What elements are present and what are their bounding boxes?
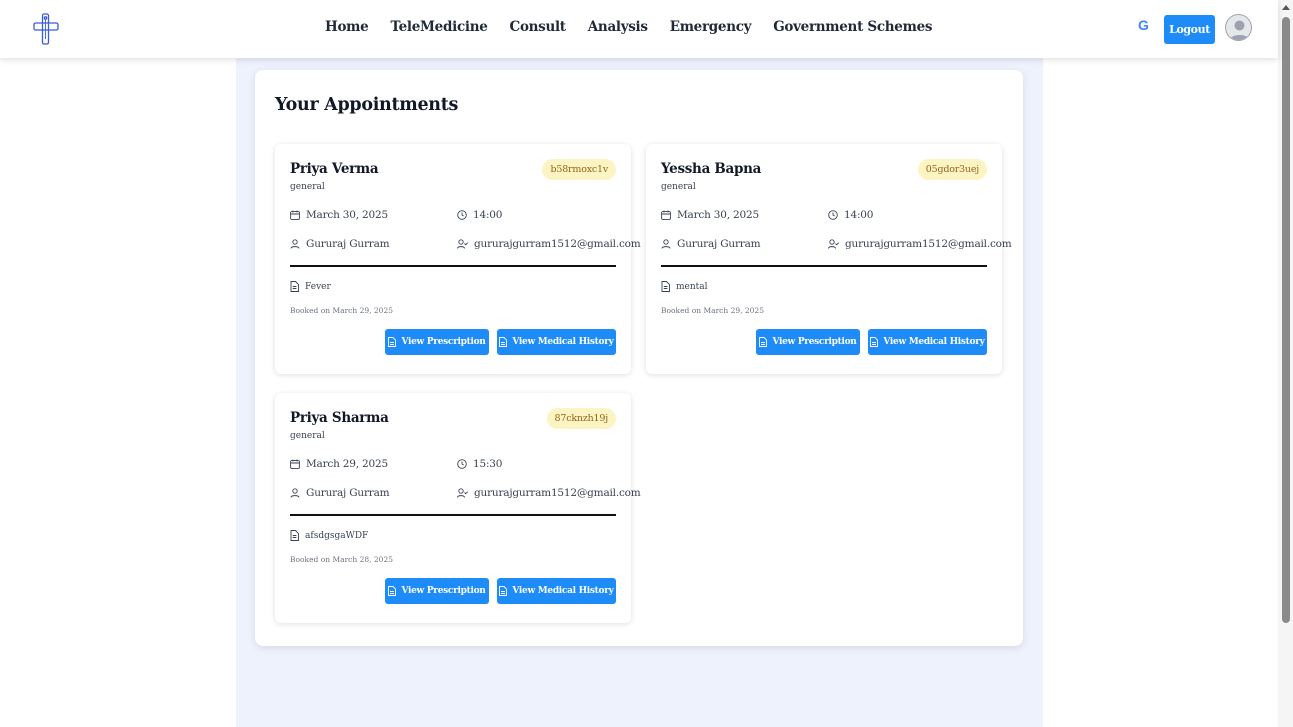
vertical-scrollbar[interactable] [1278,0,1293,727]
top-navbar: Home TeleMedicine Consult Analysis Emerg… [0,0,1278,58]
doctor-email: gururajgurram1512@gmail.com [474,238,641,250]
reason-row: mental [661,281,708,292]
nav-home[interactable]: Home [325,19,369,35]
file-text-icon [290,530,299,541]
nav-government-schemes[interactable]: Government Schemes [773,19,932,35]
user-check-icon [457,488,468,498]
doctor-email: gururajgurram1512@gmail.com [845,238,1012,250]
avatar[interactable] [1225,14,1252,41]
doctor-name: Gururaj Gurram [677,238,761,250]
time-row: 14:00 [828,209,873,221]
view-prescription-button[interactable]: View Prescription [385,329,489,355]
appointment-card: Priya Sharma general 87cknzh19j March 29… [275,393,641,623]
view-prescription-label: View Prescription [772,337,857,347]
booked-date: Booked on March 28, 2025 [290,555,393,564]
user-check-icon [828,239,839,249]
file-icon [870,337,879,347]
appointment-type: general [290,431,325,441]
calendar-icon [661,210,671,220]
appointment-time: 14:00 [473,209,503,221]
divider [661,265,987,267]
patient-name: Priya Verma [290,161,379,177]
date-row: March 30, 2025 [661,209,759,221]
doctor-name: Gururaj Gurram [306,487,390,499]
user-icon [661,239,671,249]
user-icon [290,239,300,249]
view-medical-history-button[interactable]: View Medical History [497,329,616,355]
email-row: gururajgurram1512@gmail.com [457,487,641,499]
file-icon [759,337,768,347]
divider [290,514,616,516]
clock-icon [828,210,838,220]
appointment-id-badge: 87cknzh19j [546,408,616,429]
file-icon [388,586,397,596]
calendar-icon [290,459,300,469]
calendar-icon [290,210,300,220]
clock-icon [457,210,467,220]
appointment-date: March 30, 2025 [306,209,388,221]
appointment-date: March 29, 2025 [306,458,388,470]
view-medical-history-label: View Medical History [512,337,614,347]
time-row: 14:00 [457,209,502,221]
file-icon [388,337,397,347]
nav-telemedicine[interactable]: TeleMedicine [390,19,487,35]
appointment-date: March 30, 2025 [677,209,759,221]
reason-row: Fever [290,281,331,292]
view-medical-history-label: View Medical History [512,586,614,596]
clock-icon [457,459,467,469]
patient-name: Priya Sharma [290,410,389,426]
appointment-id-badge: b58rmoxc1v [542,159,616,180]
appointment-type: general [290,182,325,192]
email-row: gururajgurram1512@gmail.com [457,238,641,250]
doctor-email: gururajgurram1512@gmail.com [474,487,641,499]
view-prescription-button[interactable]: View Prescription [756,329,860,355]
appointment-card: Priya Verma general b58rmoxc1v March 30,… [275,144,641,374]
view-medical-history-label: View Medical History [883,337,985,347]
view-prescription-label: View Prescription [401,586,486,596]
view-prescription-label: View Prescription [401,337,486,347]
appointment-reason: mental [676,281,708,292]
scroll-up-arrow-icon[interactable] [1282,5,1290,10]
date-row: March 29, 2025 [290,458,388,470]
user-check-icon [457,239,468,249]
divider [290,265,616,267]
medical-cross-logo-icon[interactable] [33,13,59,45]
scroll-thumb[interactable] [1282,17,1290,623]
file-text-icon [661,281,670,292]
email-row: gururajgurram1512@gmail.com [828,238,1012,250]
nav-analysis[interactable]: Analysis [588,19,648,35]
logout-button[interactable]: Logout [1164,15,1215,44]
patient-name: Yessha Bapna [661,161,762,177]
appointment-reason: afsdgsgaWDF [305,530,369,541]
reason-row: afsdgsgaWDF [290,530,368,541]
appointment-type: general [661,182,696,192]
main-nav: Home TeleMedicine Consult Analysis Emerg… [325,19,932,35]
date-row: March 30, 2025 [290,209,388,221]
nav-consult[interactable]: Consult [510,19,567,35]
time-row: 15:30 [457,458,502,470]
file-icon [499,337,508,347]
view-medical-history-button[interactable]: View Medical History [868,329,987,355]
file-text-icon [290,281,299,292]
view-prescription-button[interactable]: View Prescription [385,578,489,604]
appointment-time: 14:00 [844,209,874,221]
appointment-id-badge: 05gdor3uej [917,159,987,180]
appointment-card: Yessha Bapna general 05gdor3uej March 30… [646,144,1012,374]
user-icon [290,488,300,498]
google-translate-icon[interactable]: G [1138,18,1152,33]
appointment-reason: Fever [305,281,331,292]
doctor-name: Gururaj Gurram [306,238,390,250]
booked-date: Booked on March 29, 2025 [290,306,393,315]
page-title: Your Appointments [275,95,459,115]
nav-emergency[interactable]: Emergency [670,19,752,35]
file-icon [499,586,508,596]
doctor-row: Gururaj Gurram [290,238,390,250]
appointment-time: 15:30 [473,458,503,470]
view-medical-history-button[interactable]: View Medical History [497,578,616,604]
doctor-row: Gururaj Gurram [290,487,390,499]
doctor-row: Gururaj Gurram [661,238,761,250]
booked-date: Booked on March 29, 2025 [661,306,764,315]
